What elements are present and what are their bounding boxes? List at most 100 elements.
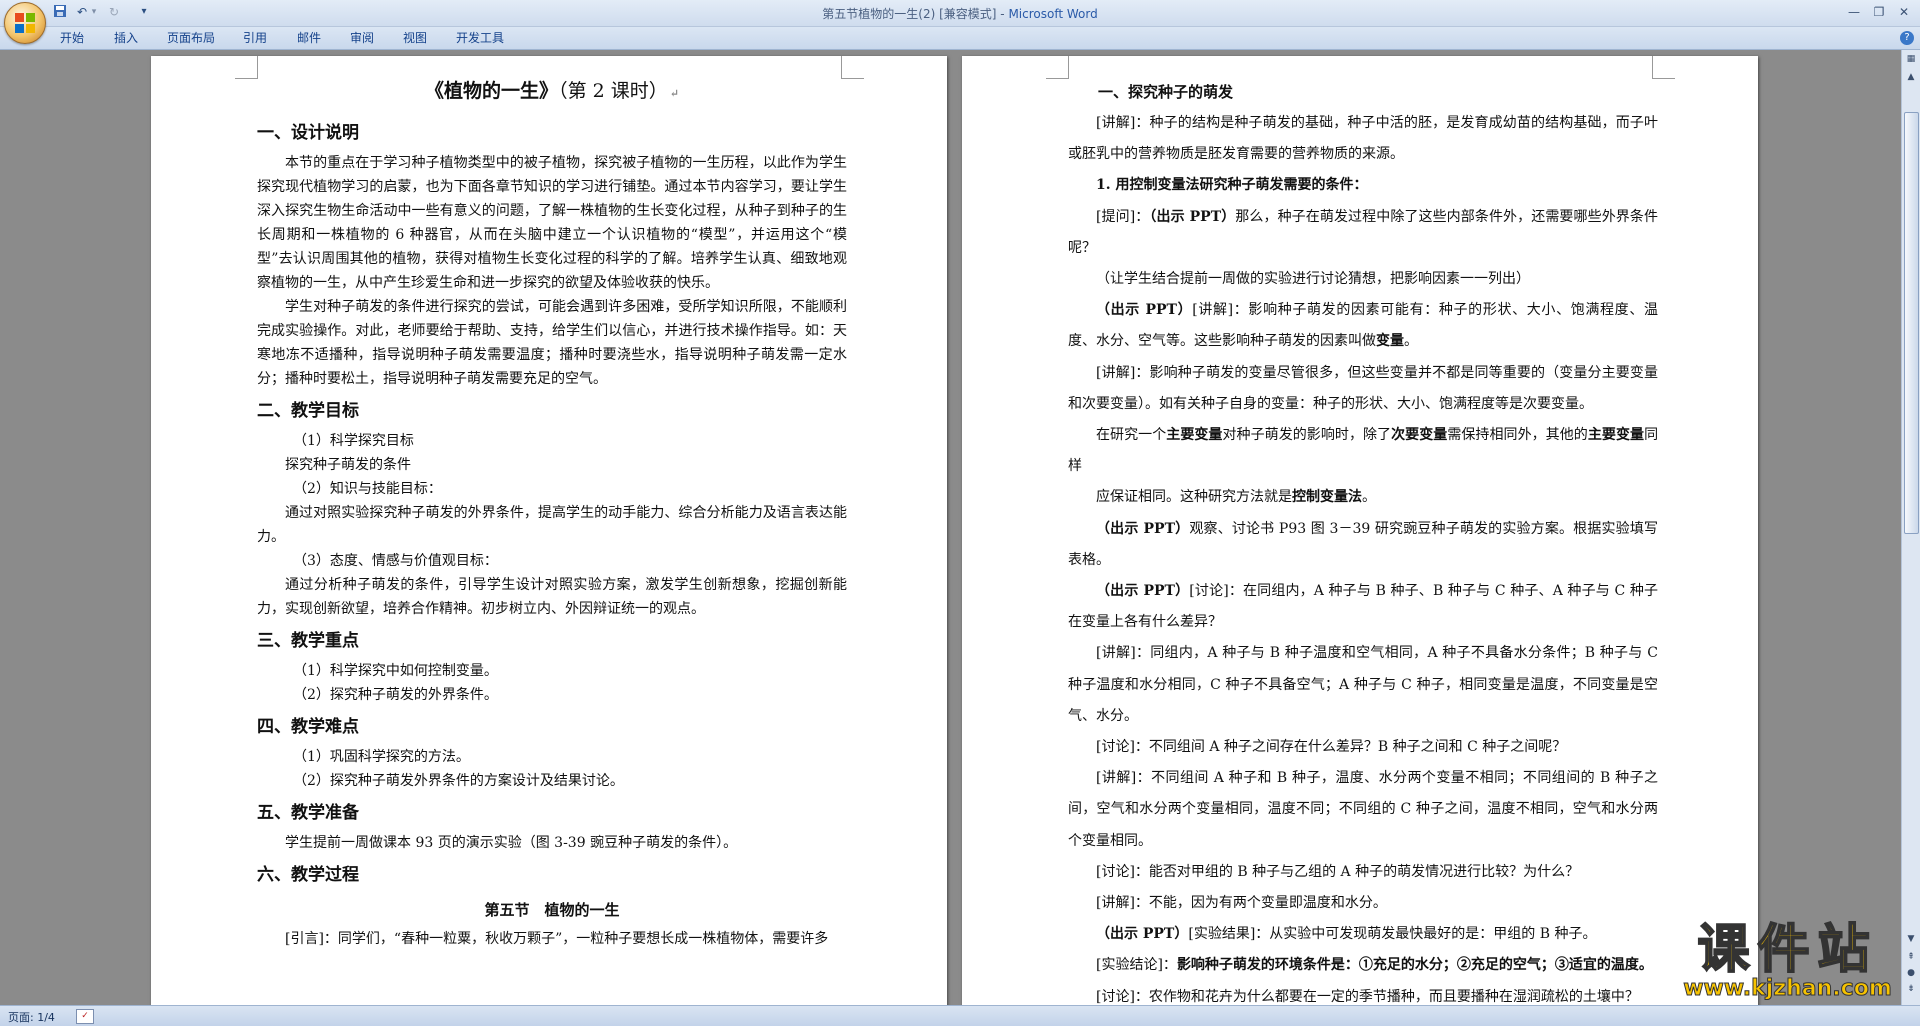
document-page-1: 《植物的一生》（第 2 课时） ↵ 一、设计说明 本节的重点在于学习种子植物类型中… [151,56,947,1005]
punct: 。 [1404,333,1418,350]
method-term: 控制变量法 [1292,489,1362,506]
tab-view[interactable]: 视图 [403,30,427,46]
t: [实验结论]： [1096,957,1177,974]
site-watermark: 课件站 www.kjzhan.com [1670,920,1905,1001]
goal-2-title: （2）知识与技能目标： [293,481,442,497]
tab-insert[interactable]: 插入 [114,30,138,46]
key-point-1: （1）科学探究中如何控制变量。 [293,663,498,679]
title-separator: - [996,7,1009,21]
t: 主要变量 [1587,427,1645,444]
browse-object-icon[interactable]: ● [1903,966,1919,981]
variable-term: 变量 [1376,333,1404,350]
t: 对种子萌发的影响时，除了 [1222,427,1392,444]
t: 在研究一个 [1096,427,1167,444]
tab-home[interactable]: 开始 [60,30,84,46]
document-title: 《植物的一生》（第 2 课时） ↵ [425,80,679,102]
minimize-icon[interactable]: — [1843,3,1865,21]
explain-2: [讲解]：不同组间 A 种子和 B 种子，温度、水分两个变量不相同；不同组间的 … [1068,770,1658,849]
t: 应保证相同。这种研究方法就是 [1096,489,1292,506]
key-point-2: （2）探究种子萌发的外界条件。 [293,687,498,703]
document-workspace: 《植物的一生》（第 2 课时） ↵ 一、设计说明 本节的重点在于学习种子植物类型中… [0,50,1902,1005]
design-paragraph-2: 学生对种子萌发的条件进行探究的尝试，可能会遇到许多困难，受所学知识所限，不能顺利… [257,299,847,387]
window-title: 第五节植物的一生(2) [兼容模式] - Microsoft Word [0,5,1920,22]
heading-design: 一、设计说明 [257,123,359,143]
scrollbar-thumb[interactable] [1904,112,1919,534]
ppt-tag: （出示 PPT） [1096,926,1189,943]
ruler-toggle-icon[interactable]: ▦ [1903,52,1919,67]
control-variable-title: 1. 用控制变量法研究种子萌发需要的条件： [1096,177,1368,194]
previous-page-icon[interactable]: ⇞ [1903,950,1919,965]
page-indicator[interactable]: 页面: 1/4 [8,1009,55,1025]
t: 次要变量 [1391,427,1448,444]
question-ppt: [提问]：（出示 PPT）那么，种子在萌发过程中除了这些内部条件外，还需要哪些外… [1068,202,1658,264]
section-title: 第五节 植物的一生 [484,901,620,919]
experiment-result: （出示 PPT）[实验结果]：从实验中可发现萌发最快最好的是：甲组的 B 种子。 [1068,919,1658,950]
experiment-conclusion: [实验结论]：影响种子萌发的环境条件是：①充足的水分；②充足的空气；③适宜的温度… [1068,950,1658,981]
factors-explanation: （出示 PPT）[讲解]：影响种子萌发的因素可能有：种子的形状、大小、饱满程度、… [1068,295,1658,357]
heading-preparation: 五、教学准备 [257,803,359,823]
title-bar: ↶ ▾ ↻ ▾ 第五节植物的一生(2) [兼容模式] - Microsoft W… [0,0,1920,44]
heading-process: 六、教学过程 [257,865,359,885]
q-label: [提问]： [1096,208,1150,225]
document-page-2: 一、探究种子的萌发 [讲解]：种子的结构是种子萌发的基础，种子中活的胚，是发育成… [962,56,1758,1005]
ribbon-tab-bar: 开始 插入 页面布局 引用 邮件 审阅 视图 开发工具 ? [0,27,1920,50]
difficulty-1: （1）巩固科学探究的方法。 [293,749,470,765]
goal-3-body: 通过分析种子萌发的条件，引导学生设计对照实验方案，激发学生创新想象，挖掘创新能力… [257,577,847,617]
main-variable-paragraph: 在研究一个主要变量对种子萌发的影响时，除了次要变量需保持相同外，其他的主要变量同… [1068,420,1658,482]
help-icon[interactable]: ? [1900,31,1914,45]
explain-structure: [讲解]：种子的结构是种子萌发的基础，种子中活的胚，是发育成幼苗的结构基础，而子… [1068,115,1658,163]
ppt-tag: （出示 PPT） [1096,302,1193,319]
tab-review[interactable]: 审阅 [350,30,374,46]
page-1-content[interactable]: 《植物的一生》（第 2 课时） ↵ 一、设计说明 本节的重点在于学习种子植物类型中… [257,76,847,951]
goal-2-body: 通过对照实验探究种子萌发的外界条件，提高学生的动手能力、综合分析能力及语言表达能… [257,505,847,545]
ppt-tag: （出示 PPT） [1149,208,1236,225]
page-2-content[interactable]: 一、探究种子的萌发 [讲解]：种子的结构是种子萌发的基础，种子中活的胚，是发育成… [1068,76,1658,1005]
heading-difficulties: 四、教学难点 [257,717,359,737]
t: 主要变量 [1166,427,1223,444]
ppt-tag: （出示 PPT） [1096,520,1190,537]
discussion-4: [讨论]：农作物和花卉为什么都要在一定的季节播种，而且要播种在湿润疏松的土壤中？ [1096,988,1639,1005]
next-page-icon[interactable]: ⇟ [1903,982,1919,997]
crop-mark [1046,56,1069,79]
scroll-up-icon[interactable]: ▲ [1903,70,1919,85]
discussion-1: （出示 PPT）[讨论]：在同组内，A 种子与 B 种子、B 种子与 C 种子、… [1068,576,1658,638]
tab-developer[interactable]: 开发工具 [456,30,504,46]
watermark-url: www.kjzhan.com [1683,976,1893,1001]
office-button[interactable] [4,2,46,44]
title-subtitle: （第 2 课时） [558,80,668,102]
tab-mailings[interactable]: 邮件 [297,30,321,46]
discussion-3: [讨论]：能否对甲组的 B 种子与乙组的 A 种子的萌发情况进行比较？为什么？ [1096,863,1580,880]
t: 需保持相同外，其他的 [1447,427,1588,444]
t: 。 [1362,489,1376,506]
scroll-down-icon[interactable]: ▼ [1903,932,1919,947]
tab-references[interactable]: 引用 [243,30,267,46]
observe-experiment: （出示 PPT）观察、讨论书 P93 图 3－39 研究豌豆种子萌发的实验方案。… [1068,514,1658,576]
conclusion-text: 影响种子萌发的环境条件是：①充足的水分；②充足的空气；③适宜的温度。 [1176,957,1653,974]
explain-3: [讲解]：不能，因为有两个变量即温度和水分。 [1096,895,1387,912]
restore-icon[interactable]: ❐ [1868,3,1890,21]
intro-paragraph: [引言]：同学们，“春种一粒粟，秋收万颗子”，一粒种子要想长成一株植物体，需要许… [285,931,829,947]
heading-goals: 二、教学目标 [257,401,359,421]
preparation-body: 学生提前一周做课本 93 页的演示实验（图 3-39 豌豆种子萌发的条件）。 [285,835,738,851]
goal-1-title: （1）科学探究目标 [293,433,414,449]
discussion-hint: （让学生结合提前一周做的实验进行讨论猜想，把影响因素一一列出） [1096,271,1530,288]
ppt-tag: （出示 PPT） [1096,583,1190,600]
crop-mark [235,56,258,79]
tab-page-layout[interactable]: 页面布局 [167,30,215,46]
watermark-text: 课件站 [1696,920,1878,980]
goal-1-body: 探究种子萌发的条件 [285,457,411,473]
status-bar: 页面: 1/4 ✓ [0,1005,1920,1026]
t: [实验结果]：从实验中可发现萌发最快最好的是：甲组的 B 种子。 [1188,926,1597,943]
heading-key-points: 三、教学重点 [257,631,359,651]
goal-3-title: （3）态度、情感与价值观目标： [293,553,498,569]
title-main: 《植物的一生》 [425,80,559,102]
control-variable-method: 应保证相同。这种研究方法就是控制变量法。 [1068,482,1658,513]
vertical-scrollbar[interactable]: ▦ ▲ ▼ ⇞ ● ⇟ [1901,50,1920,1005]
close-icon[interactable]: ✕ [1893,3,1915,21]
variable-importance: [讲解]：影响种子萌发的变量尽管很多，但这些变量并不都是同等重要的（变量分主要变… [1068,364,1658,412]
difficulty-2: （2）探究种子萌发外界条件的方案设计及结果讨论。 [293,773,624,789]
explain-1: [讲解]：同组内，A 种子与 B 种子温度和空气相同，A 种子不具备水分条件；B… [1068,645,1658,724]
proofing-icon[interactable]: ✓ [76,1009,94,1024]
heading-explore: 一、探究种子的萌发 [1098,83,1234,101]
discussion-2: [讨论]：不同组间 A 种子之间存在什么差异？B 种子之间和 C 种子之间呢？ [1096,739,1567,756]
